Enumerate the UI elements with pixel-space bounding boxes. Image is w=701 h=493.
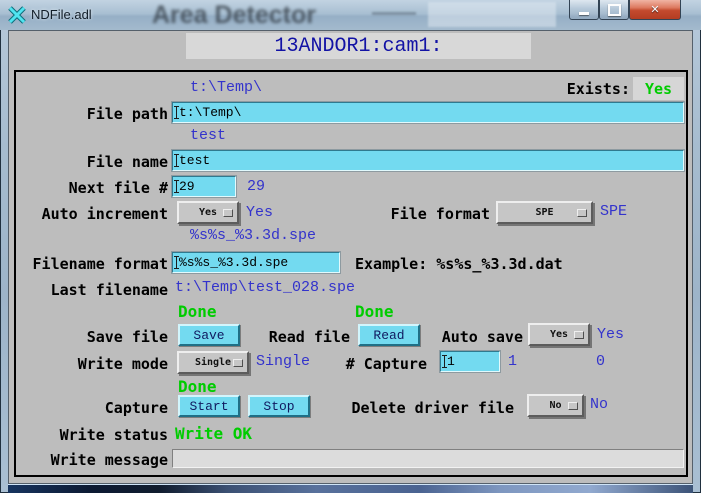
text-caret <box>444 355 445 368</box>
filename-format-input-value: %s%s_%3.3d.spe <box>179 255 288 270</box>
capture-stop-button[interactable]: Stop <box>248 395 310 417</box>
file-name-input-value: test <box>179 153 210 168</box>
auto-increment-menu[interactable]: Yes <box>177 201 239 224</box>
num-captured-readback: 0 <box>596 353 605 370</box>
auto-save-readback: Yes <box>597 326 624 343</box>
auto-increment-label: Auto increment <box>42 205 168 223</box>
ndfile-window: Area Detector NDFile.adl ✕ 13ANDOR1:cam1… <box>0 0 701 493</box>
file-path-input-value: t:\Temp\ <box>179 105 241 120</box>
write-message-label: Write message <box>51 451 168 469</box>
write-status-value: Write OK <box>175 424 252 443</box>
maximize-icon <box>608 4 621 16</box>
background-window-ghost-title: Area Detector <box>152 1 402 30</box>
text-caret <box>176 256 177 269</box>
num-capture-input-value: 1 <box>447 354 455 369</box>
delete-driver-file-menu[interactable]: No <box>527 394 584 417</box>
minimize-icon <box>579 12 589 15</box>
dropdown-indicator-icon <box>223 209 233 217</box>
read-file-label: Read file <box>269 328 350 346</box>
auto-increment-selected: Yes <box>199 207 217 218</box>
bottom-frame-strip <box>8 484 693 493</box>
file-path-readback: t:\Temp\ <box>190 79 262 96</box>
next-file-label: Next file # <box>69 179 168 197</box>
delete-driver-file-readback: No <box>590 396 608 413</box>
background-window-ghost-dash <box>372 12 416 15</box>
file-format-readback: SPE <box>600 203 627 220</box>
next-file-input-value: 29 <box>179 179 195 194</box>
file-name-input[interactable]: test <box>172 150 684 171</box>
read-file-status: Done <box>355 302 394 321</box>
auto-save-selected: Yes <box>550 329 568 340</box>
capture-start-button[interactable]: Start <box>178 395 240 417</box>
file-format-menu[interactable]: SPE <box>496 201 593 224</box>
write-mode-readback: Single <box>256 353 310 370</box>
text-caret <box>176 180 177 193</box>
save-file-label: Save file <box>87 328 168 346</box>
maximize-button[interactable] <box>599 0 629 20</box>
write-mode-label: Write mode <box>78 355 168 373</box>
auto-save-label: Auto save <box>442 328 523 346</box>
write-mode-selected: Single <box>195 357 231 368</box>
close-icon: ✕ <box>650 3 659 16</box>
delete-driver-file-selected: No <box>549 400 561 411</box>
delete-driver-file-label: Delete driver file <box>351 399 514 417</box>
save-button[interactable]: Save <box>178 324 240 346</box>
exists-label: Exists: <box>567 80 630 98</box>
dropdown-indicator-icon <box>577 209 587 217</box>
capture-status: Done <box>178 377 217 396</box>
read-button[interactable]: Read <box>358 324 420 346</box>
file-format-label: File format <box>391 205 490 223</box>
dropdown-indicator-icon <box>574 331 584 339</box>
text-caret <box>176 106 177 119</box>
write-status-label: Write status <box>60 426 168 444</box>
auto-save-menu[interactable]: Yes <box>528 323 590 346</box>
file-name-label: File name <box>87 153 168 171</box>
next-file-input[interactable]: 29 <box>172 176 236 197</box>
file-name-readback: test <box>190 127 226 144</box>
num-capture-label: # Capture <box>346 355 427 373</box>
window-title: NDFile.adl <box>31 7 92 22</box>
num-capture-input[interactable]: 1 <box>440 351 500 372</box>
filename-format-readback: %s%s_%3.3d.spe <box>190 227 316 244</box>
text-caret <box>176 154 177 167</box>
close-button[interactable]: ✕ <box>629 0 681 20</box>
file-path-label: File path <box>87 105 168 123</box>
dropdown-indicator-icon <box>568 402 578 410</box>
num-capture-readback: 1 <box>508 353 517 370</box>
pv-prefix-title: 13ANDOR1:cam1: <box>274 35 442 58</box>
filename-format-example: Example: %s%s_%3.3d.dat <box>355 255 563 273</box>
next-file-readback: 29 <box>247 178 265 195</box>
medm-x-icon <box>8 6 26 24</box>
file-format-selected: SPE <box>535 207 553 218</box>
minimize-button[interactable] <box>569 0 599 20</box>
last-filename-readback: t:\Temp\test_028.spe <box>175 279 355 296</box>
file-path-input[interactable]: t:\Temp\ <box>172 102 684 123</box>
auto-increment-readback: Yes <box>246 204 273 221</box>
exists-status-badge: Yes <box>633 77 684 100</box>
titlebar[interactable]: Area Detector NDFile.adl ✕ <box>0 0 701 30</box>
capture-label: Capture <box>105 399 168 417</box>
write-mode-menu[interactable]: Single <box>177 351 249 374</box>
last-filename-label: Last filename <box>51 281 168 299</box>
filename-format-label: Filename format <box>33 255 168 273</box>
save-file-status: Done <box>178 302 217 321</box>
dropdown-indicator-icon <box>233 359 243 367</box>
filename-format-input[interactable]: %s%s_%3.3d.spe <box>172 252 340 273</box>
pv-header-box: 13ANDOR1:cam1: <box>186 33 531 59</box>
write-message-field <box>172 449 684 468</box>
background-window-ghost-pane <box>428 2 556 27</box>
